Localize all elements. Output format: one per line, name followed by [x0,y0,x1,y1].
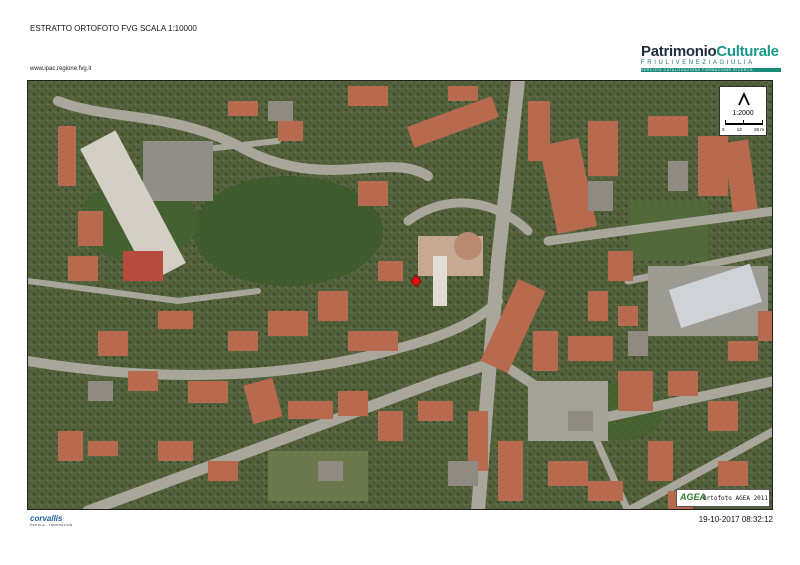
agea-label: Ortofoto AGEA 2011 [703,495,769,502]
corvallis-tag: PEOPLE · INNOVATION [30,523,73,527]
orthophoto-image [28,81,772,509]
north-arrow-icon [738,92,750,106]
logo-part1: Patrimonio [641,43,717,60]
scale-label-1: 13 [736,127,742,132]
corvallis-brand: corvallis [30,514,63,523]
scale-bar [725,120,763,125]
scale-ratio: 1:2000 [732,110,754,117]
aerial-map[interactable]: 1:2000 0 13 26 m AGEA Ortofoto AGEA 2011 [27,80,773,510]
agea-credit: AGEA Ortofoto AGEA 2011 [676,489,770,507]
scale-label-2: 26 m [753,127,764,132]
logo-subtitle: FRIULIVENEZIAGIULIA [641,60,755,66]
map-title: ESTRATTO ORTOFOTO FVG SCALA 1:10000 [30,24,197,33]
patrimonio-culturale-logo: PatrimonioCulturale FRIULIVENEZIAGIULIA … [641,44,781,72]
logo-part2: Culturale [716,43,779,60]
logo-tagline: SERVIZIO CATALOGAZIONE FORMAZIONE RICERC… [641,68,781,72]
corvallis-logo: corvallis PEOPLE · INNOVATION [30,514,73,527]
scale-box: 1:2000 0 13 26 m [719,86,767,136]
print-timestamp: 19-10-2017 08:32:12 [698,515,773,524]
website-url[interactable]: www.ipac.regione.fvg.it [30,66,91,72]
scale-label-0: 0 [722,127,725,132]
